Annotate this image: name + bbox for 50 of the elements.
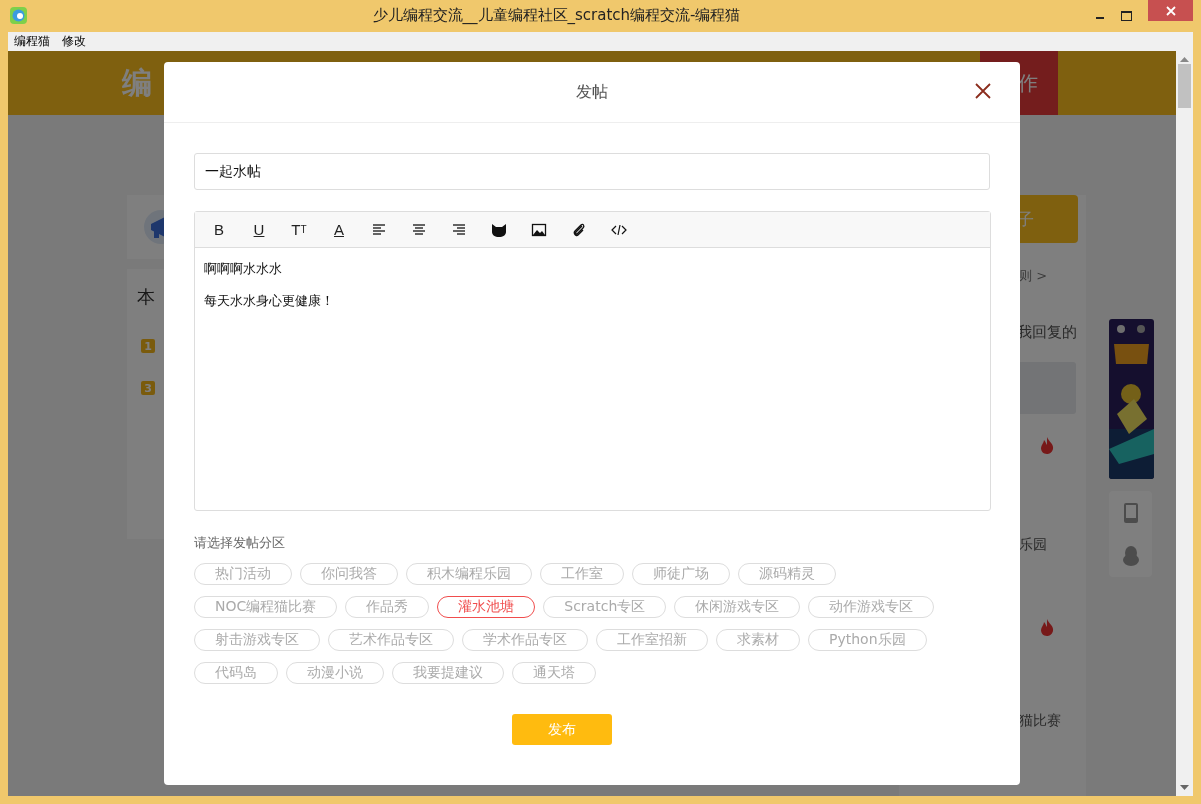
section-tag[interactable]: Python乐园 [808, 629, 927, 651]
fire-icon [1039, 436, 1055, 454]
window-title: 少儿编程交流__儿童编程社区_scratch编程交流-编程猫 [371, 6, 742, 25]
rank-badge: 3 [141, 381, 155, 395]
section-tag[interactable]: NOC编程猫比赛 [194, 596, 338, 618]
section-tag[interactable]: 灌水池塘 [437, 596, 536, 618]
body-text: 啊啊啊水水水 [204, 260, 283, 278]
dialog-title: 发帖 [576, 81, 608, 103]
section-tag[interactable]: 工作室 [540, 563, 624, 585]
section-tag[interactable]: 通天塔 [512, 662, 596, 684]
bold-button[interactable]: B [203, 217, 235, 242]
section-tag[interactable]: 代码岛 [194, 662, 278, 684]
section-tag[interactable]: 作品秀 [345, 596, 430, 618]
scrollbar[interactable] [1176, 51, 1193, 796]
section-tag[interactable]: 师徒广场 [632, 563, 730, 585]
panel-heading: 本 [136, 285, 156, 309]
section-tag[interactable]: 工作室招新 [596, 629, 708, 651]
close-icon[interactable] [1148, 0, 1193, 21]
section-tag[interactable]: 你问我答 [300, 563, 398, 585]
topic-link[interactable]: 乐园 [1019, 536, 1047, 554]
section-tag[interactable]: 动作游戏专区 [808, 596, 935, 618]
site-logo[interactable]: 编 [122, 62, 152, 104]
close-icon[interactable] [974, 82, 992, 100]
menu-item[interactable]: 修改 [62, 33, 86, 50]
font-color-button[interactable]: A [323, 217, 355, 242]
section-tag[interactable]: 热门活动 [194, 563, 292, 585]
section-tag[interactable]: Scratch专区 [543, 596, 667, 618]
section-tag[interactable]: 我要提建议 [392, 662, 504, 684]
publish-button[interactable]: 发布 [511, 714, 612, 745]
app-icon [10, 7, 27, 24]
fire-icon [1039, 618, 1055, 636]
section-tag[interactable]: 艺术作品专区 [328, 629, 454, 651]
title-field[interactable]: 一起水帖 [194, 153, 990, 190]
menu-item[interactable]: 编程猫 [14, 33, 50, 50]
scroll-down-icon[interactable] [1180, 785, 1189, 791]
section-tag[interactable]: 求素材 [716, 629, 800, 651]
section-tag[interactable]: 休闲游戏专区 [674, 596, 801, 618]
scroll-up-icon[interactable] [1180, 56, 1189, 62]
section-tag[interactable]: 射击游戏专区 [194, 629, 320, 651]
topic-link[interactable]: 猫比赛 [1019, 712, 1061, 730]
body-text: 每天水水身心更健康！ [204, 292, 335, 310]
underline-button[interactable]: U [243, 217, 275, 242]
section-tag[interactable]: 积木编程乐园 [406, 563, 532, 585]
section-tag[interactable]: 学术作品专区 [462, 629, 588, 651]
scrollbar-thumb[interactable] [1178, 64, 1191, 108]
rank-badge: 1 [141, 339, 155, 353]
section-tag[interactable]: 源码精灵 [738, 563, 836, 585]
section-tag[interactable]: 动漫小说 [286, 662, 384, 684]
rules-link[interactable]: 则 > [1019, 267, 1048, 283]
section-label: 请选择发帖分区 [194, 534, 286, 552]
